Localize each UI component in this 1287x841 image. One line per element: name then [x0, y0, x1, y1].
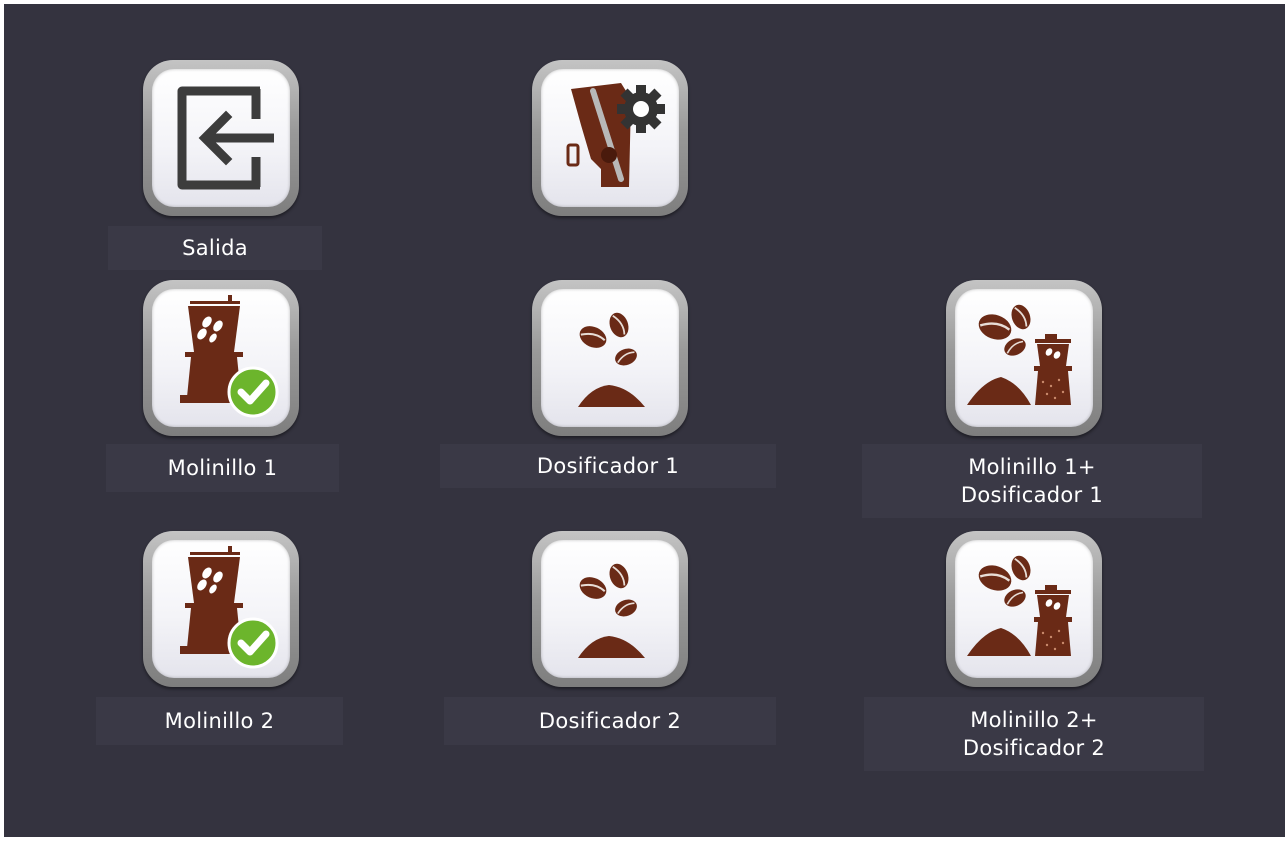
molinillo-dosificador-1-label: Molinillo 1+ Dosificador 1 [862, 444, 1202, 518]
grinder-check-icon [180, 546, 279, 669]
dosificador-2-button[interactable] [532, 531, 688, 687]
molinillo-dosificador-2-label: Molinillo 2+ Dosificador 2 [864, 697, 1204, 771]
dosificador-1-button[interactable] [532, 280, 688, 436]
grinder-check-icon [180, 295, 279, 418]
molinillo-2-label: Molinillo 2 [96, 697, 343, 745]
grinder-settings-button[interactable] [532, 60, 688, 216]
molinillo-dosificador-1-button[interactable] [946, 280, 1102, 436]
molinillo-1-button[interactable] [143, 280, 299, 436]
dosificador-2-label: Dosificador 2 [444, 697, 776, 745]
coffee-beans-dose-icon [575, 560, 645, 658]
molinillo-2-button[interactable] [143, 531, 299, 687]
beans-grinder-icon [967, 552, 1072, 656]
screen-background: Salida Molinillo 1 Dosificador 1 Molinil… [4, 4, 1285, 837]
salida-button[interactable] [143, 60, 299, 216]
beans-grinder-icon [967, 301, 1072, 405]
exit-icon [177, 86, 274, 190]
molinillo-dosificador-2-button[interactable] [946, 531, 1102, 687]
molinillo-1-label: Molinillo 1 [106, 444, 339, 492]
dosificador-1-label: Dosificador 1 [440, 444, 776, 488]
salida-label: Salida [108, 226, 322, 270]
coffee-beans-dose-icon [575, 309, 645, 407]
grinder-settings-icon [566, 83, 665, 187]
